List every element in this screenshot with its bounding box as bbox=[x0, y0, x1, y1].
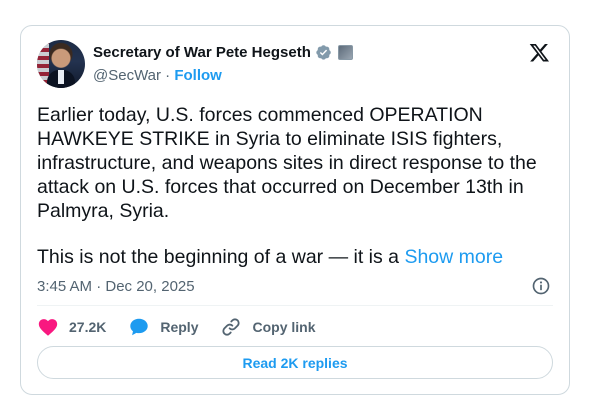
affiliation-badge-icon[interactable] bbox=[337, 45, 353, 60]
verified-badge-icon[interactable] bbox=[315, 44, 332, 61]
reply-bubble-icon bbox=[130, 318, 149, 336]
copy-link-button[interactable]: Copy link bbox=[220, 316, 316, 338]
follow-button[interactable]: Follow bbox=[174, 67, 222, 84]
copy-link-label: Copy link bbox=[252, 319, 316, 335]
tweet-timestamp[interactable]: 3:45 AM · Dec 20, 2025 bbox=[37, 278, 195, 295]
action-bar: 27.2K Reply Copy link bbox=[37, 316, 338, 338]
reply-label: Reply bbox=[160, 319, 199, 335]
like-button[interactable]: 27.2K bbox=[37, 316, 106, 338]
tweet-card: Secretary of War Pete Hegseth @SecWar · … bbox=[20, 25, 570, 395]
tweet-text-continuation: This is not the beginning of a war — it … bbox=[37, 246, 405, 268]
avatar[interactable] bbox=[37, 40, 85, 88]
x-logo-icon[interactable] bbox=[528, 42, 551, 63]
tweet-text-truncated: This is not the beginning of a war — it … bbox=[37, 245, 503, 269]
link-icon bbox=[222, 318, 241, 336]
author-name-line: Secretary of War Pete Hegseth bbox=[93, 44, 353, 61]
avatar-shirt bbox=[58, 70, 64, 84]
read-replies-button[interactable]: Read 2K replies bbox=[37, 346, 553, 379]
author-display-name[interactable]: Secretary of War Pete Hegseth bbox=[93, 44, 311, 61]
tweet-text: Earlier today, U.S. forces commenced OPE… bbox=[37, 104, 537, 222]
heart-icon bbox=[38, 319, 58, 336]
divider bbox=[37, 305, 553, 306]
author-handle-line: @SecWar · Follow bbox=[93, 67, 222, 84]
show-more-link[interactable]: Show more bbox=[404, 246, 503, 268]
like-count: 27.2K bbox=[69, 319, 107, 335]
info-icon[interactable] bbox=[531, 276, 551, 296]
author-handle[interactable]: @SecWar bbox=[93, 67, 161, 84]
handle-separator: · bbox=[161, 67, 175, 84]
reply-button[interactable]: Reply bbox=[128, 316, 198, 338]
